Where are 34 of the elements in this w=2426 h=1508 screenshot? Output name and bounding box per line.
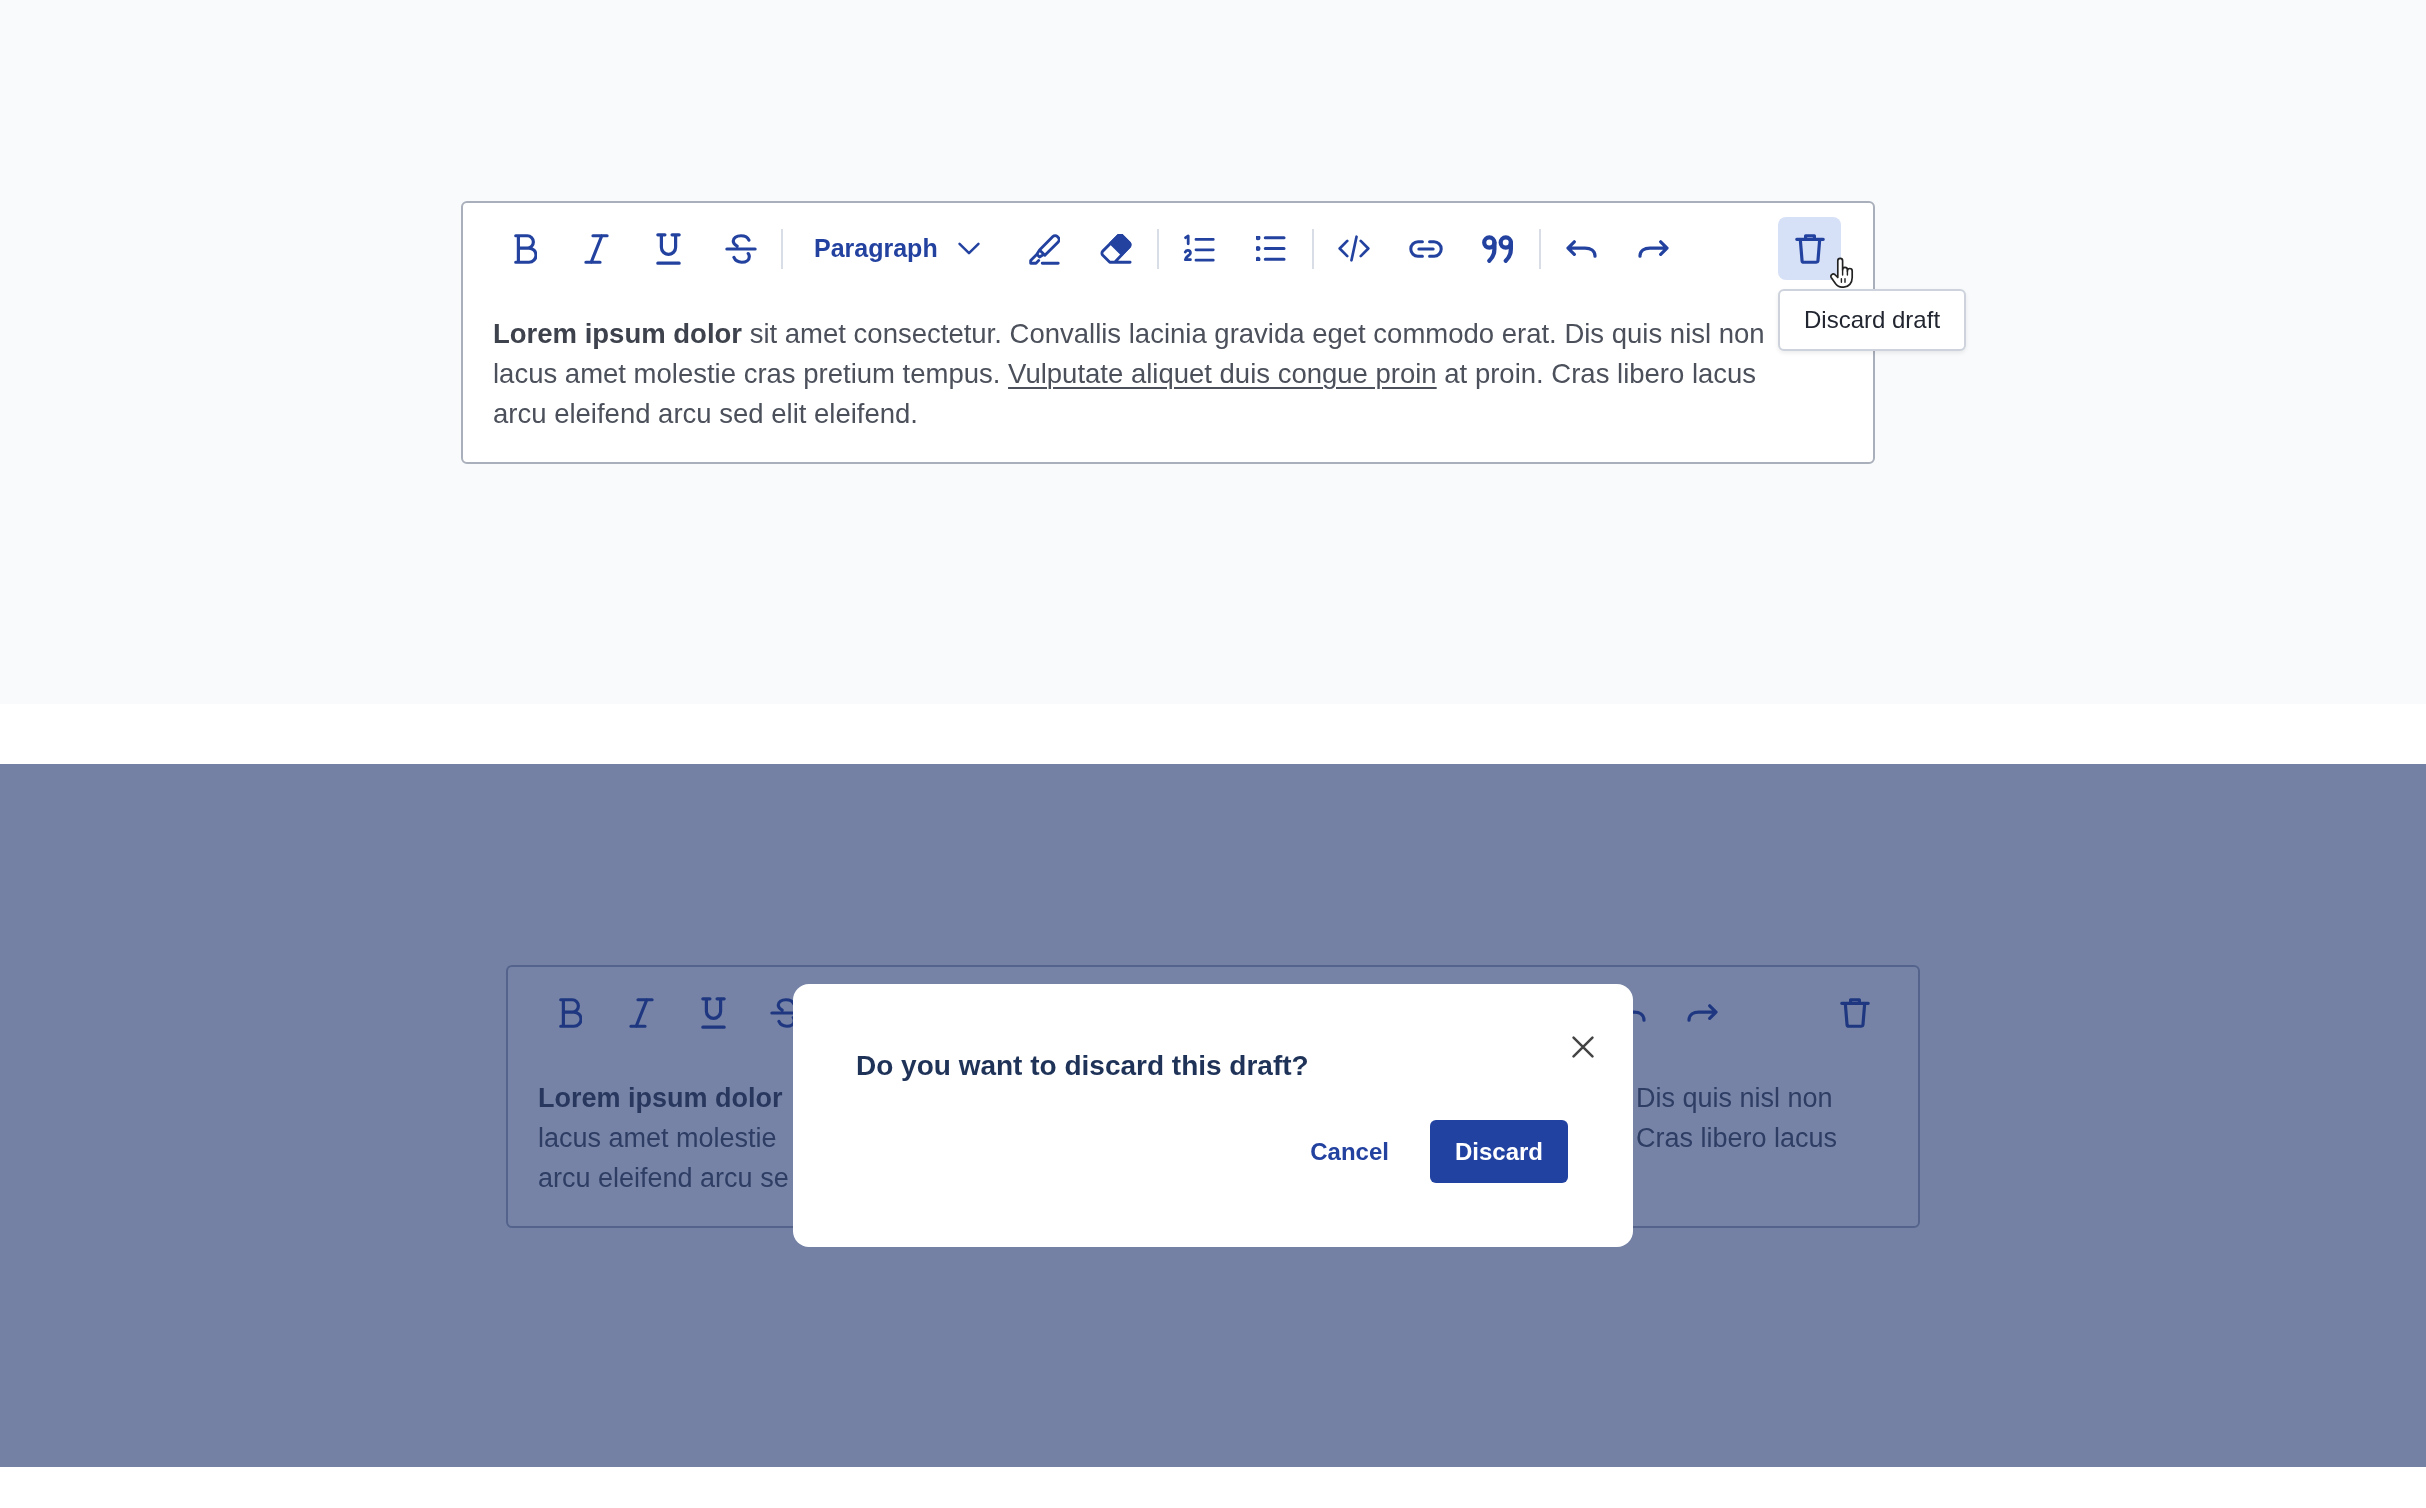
cancel-button[interactable]: Cancel (1298, 1120, 1401, 1183)
editor-text: Dis quis nisl non (1636, 1082, 1833, 1115)
underline-icon (656, 232, 681, 265)
trash-icon (1839, 997, 1870, 1028)
editor-text: Lorem ipsum dolor sit amet consectetur. Convallis lacinia gravida eget commodo erat. Dis quis nisl non lacus amet molestie cras pretium tempus. Vulputate aliquet duis congue proin at proin. Cras libero lacus arcu eleifend arcu sed elit eleifend. (493, 317, 1766, 431)
editor-text: arcu eleifend arcu se (538, 1162, 789, 1195)
quote-icon (1482, 234, 1515, 263)
redo-icon (1637, 239, 1669, 258)
trash-icon (1794, 233, 1825, 264)
strikethrough-icon (724, 233, 757, 264)
numbered-list-icon (1183, 234, 1216, 263)
discard-button[interactable]: Discard (1429, 1120, 1568, 1183)
trash-button[interactable] (1778, 217, 1841, 280)
editor-text: Lorem ipsum dolor (538, 1082, 783, 1115)
italic-icon (584, 233, 609, 264)
dialog-title: Do you want to discard this draft? (856, 1049, 1309, 1083)
tooltip: Discard draft (1778, 289, 1967, 351)
eraser-icon (1100, 233, 1133, 264)
bold-icon (557, 997, 582, 1028)
close-icon (1572, 1036, 1594, 1058)
highlighter-icon (1028, 232, 1061, 265)
block-format-dropdown[interactable]: Paragraph (792, 217, 1004, 280)
chevron-down-icon (957, 242, 980, 255)
underline-icon (701, 996, 726, 1029)
hand-cursor-icon (1830, 257, 1854, 289)
italic-icon (629, 997, 654, 1028)
link-icon (1409, 239, 1444, 258)
code-icon (1338, 235, 1371, 262)
undo-icon (1565, 239, 1597, 258)
bullet-list-icon (1256, 236, 1287, 261)
redo-icon (1687, 1003, 1718, 1022)
bold-icon (512, 233, 537, 264)
editor-text: lacus amet molestie (538, 1122, 777, 1155)
editor-text: Cras libero lacus (1636, 1122, 1838, 1155)
